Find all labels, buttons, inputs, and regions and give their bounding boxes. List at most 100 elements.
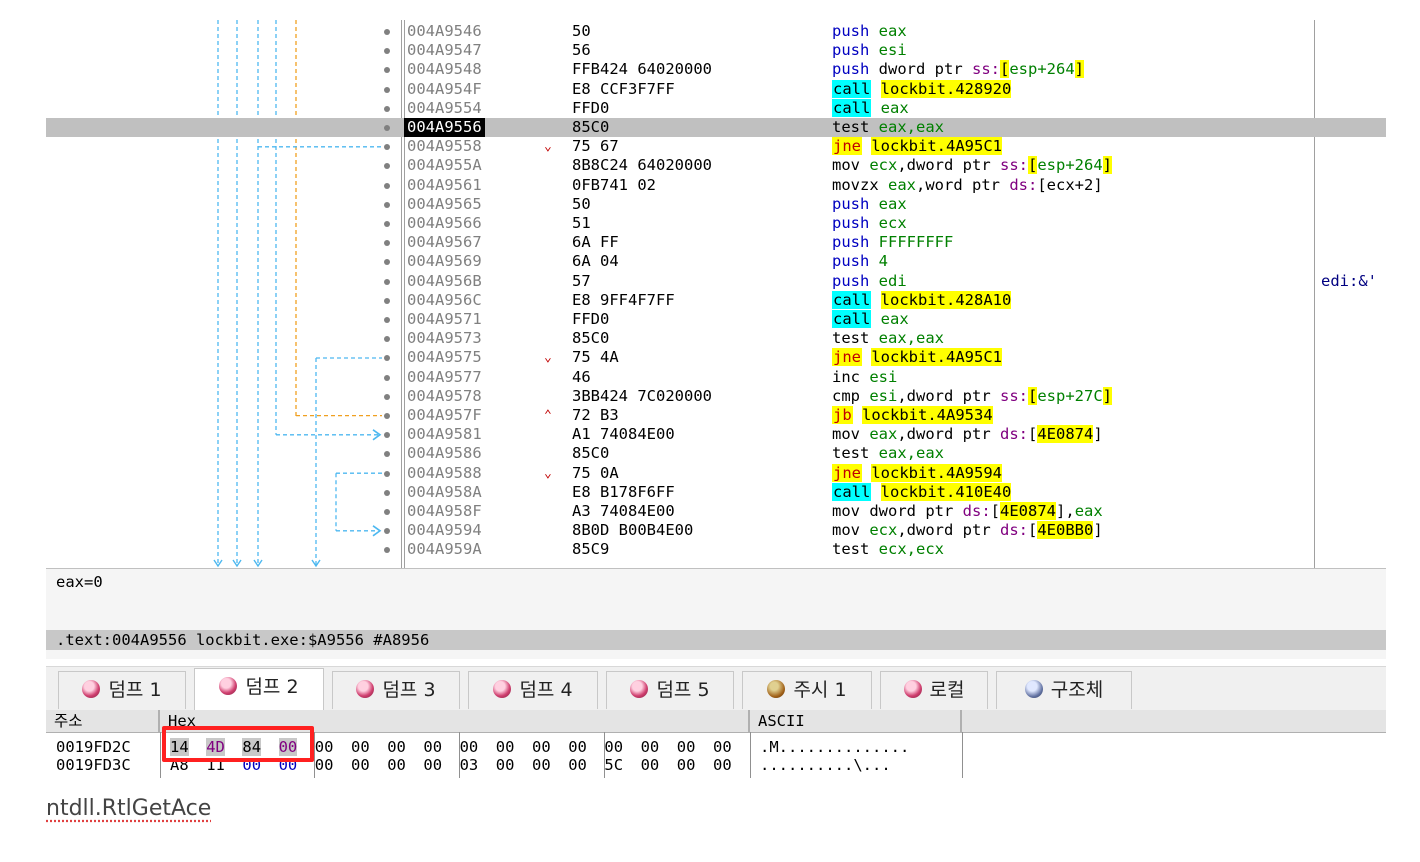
struct-icon: [1024, 680, 1043, 698]
breakpoint-dot[interactable]: [384, 317, 390, 323]
disasm-row[interactable]: 004A9581 A1 74084E00 mov eax,dword ptr ds:…: [46, 425, 1386, 444]
hex-group-divider: [160, 732, 161, 778]
breakpoint-dot[interactable]: [384, 86, 390, 93]
instruction-address: 004A957F: [407, 406, 482, 424]
disasm-row[interactable]: 004A955A 8B8C24 64020000 mov ecx,dword ptr…: [46, 156, 1386, 175]
tab-5[interactable]: 덤프 5: [606, 671, 734, 709]
breakpoint-dot[interactable]: [384, 221, 390, 227]
breakpoint-dot[interactable]: [384, 125, 390, 131]
breakpoint-dot[interactable]: [384, 489, 390, 496]
disasm-row[interactable]: 004A9578 3BB424 7C020000 cmp esi,dword ptr…: [46, 386, 1386, 406]
hex-byte[interactable]: 00: [496, 756, 515, 774]
tab-3[interactable]: 덤프 3: [332, 671, 460, 709]
disasm-row[interactable]: 004A9573 85C0 test eax,eax: [46, 329, 1386, 348]
tab-1[interactable]: 덤프 1: [58, 671, 186, 709]
instruction-address: 004A958A: [407, 482, 482, 501]
hex-byte[interactable]: 00: [460, 738, 479, 756]
breakpoint-dot[interactable]: [384, 182, 390, 189]
breakpoint-dot[interactable]: [384, 451, 390, 458]
disasm-row[interactable]: 004A956B 57 push edi edi:&': [46, 272, 1386, 291]
disasm-row[interactable]: 004A9569 6A 04 push 4: [46, 252, 1386, 271]
breakpoint-dot[interactable]: [384, 336, 390, 343]
breakpoint-dot[interactable]: [384, 374, 390, 381]
disasm-row[interactable]: 004A9567 6A FF push FFFFFFFF: [46, 233, 1386, 252]
disasm-row[interactable]: 004A957F ⌃ 72 B3 jb lockbit.4A9534: [46, 406, 1386, 425]
breakpoint-dot[interactable]: [384, 528, 390, 535]
disasm-row[interactable]: 004A9548 FFB424 64020000 push dword ptr ss…: [46, 60, 1386, 79]
hex-byte[interactable]: 00: [423, 756, 442, 774]
breakpoint-dot[interactable]: [384, 67, 390, 74]
hex-byte[interactable]: 03: [460, 756, 479, 774]
disasm-row[interactable]: 004A9561 0FB741 02 movzx eax,word ptr ds:[…: [46, 176, 1386, 195]
tab-4[interactable]: 덤프 4: [468, 671, 598, 709]
disasm-row[interactable]: 004A9566 51 push ecx: [46, 214, 1386, 233]
breakpoint-dot[interactable]: [384, 201, 390, 208]
disasm-row[interactable]: 004A9594 8B0D B00B4E00 mov ecx,dword ptr d…: [46, 521, 1386, 540]
hex-byte[interactable]: 00: [568, 756, 587, 774]
breakpoint-dot[interactable]: [384, 259, 390, 266]
breakpoint-dot[interactable]: [384, 393, 390, 400]
hex-byte[interactable]: 00: [351, 756, 370, 774]
hex-byte[interactable]: 00: [423, 738, 442, 756]
breakpoint-dot[interactable]: [384, 355, 390, 362]
disasm-row[interactable]: 004A9558 ⌄ 75 67 jne lockbit.4A95C1: [46, 137, 1386, 156]
hex-byte[interactable]: 00: [641, 756, 660, 774]
hex-byte[interactable]: 00: [604, 738, 623, 756]
hex-byte[interactable]: 00: [315, 738, 334, 756]
instruction-bytes: 51: [572, 214, 591, 232]
hex-byte[interactable]: 00: [387, 738, 406, 756]
disasm-row[interactable]: 004A958F A3 74084E00 mov dword ptr ds:[4E0…: [46, 502, 1386, 521]
hex-byte[interactable]: 00: [677, 756, 696, 774]
instruction-bytes: 75 0A: [572, 463, 619, 482]
tab-6[interactable]: 주시 1: [742, 671, 872, 709]
disasm-row[interactable]: 004A9575 ⌄ 75 4A jne lockbit.4A95C1: [46, 348, 1386, 367]
disasm-row[interactable]: 004A9565 50 push eax: [46, 195, 1386, 214]
hex-byte[interactable]: 00: [532, 756, 551, 774]
disasm-row[interactable]: 004A9571 FFD0 call eax: [46, 310, 1386, 329]
breakpoint-dot[interactable]: [384, 470, 390, 477]
breakpoint-dot[interactable]: [384, 144, 390, 151]
column-header-address[interactable]: 주소: [46, 710, 160, 732]
disasm-row[interactable]: 004A9588 ⌄ 75 0A jne lockbit.4A9594: [46, 463, 1386, 483]
breakpoint-dot[interactable]: [384, 105, 390, 112]
tab-2[interactable]: 덤프 2: [194, 668, 324, 710]
column-header-ascii[interactable]: ASCII: [750, 710, 962, 732]
disasm-row[interactable]: 004A958A E8 B178F6FF call lockbit.410E40: [46, 482, 1386, 502]
hex-byte[interactable]: 00: [387, 756, 406, 774]
breakpoint-dot[interactable]: [384, 240, 390, 247]
disasm-row[interactable]: 004A9554 FFD0 call eax: [46, 98, 1386, 118]
breakpoint-dot[interactable]: [384, 297, 390, 304]
tab-7[interactable]: 로컬: [880, 671, 988, 709]
breakpoint-dot[interactable]: [384, 547, 390, 554]
hex-byte[interactable]: 00: [496, 738, 515, 756]
breakpoint-dot[interactable]: [384, 29, 390, 35]
operand: lockbit.4A9534: [862, 406, 993, 424]
operand: esp+264: [1009, 60, 1075, 79]
breakpoint-dot[interactable]: [384, 278, 390, 285]
breakpoint-dot[interactable]: [384, 413, 390, 419]
disasm-row[interactable]: 004A9577 46 inc esi: [46, 368, 1386, 387]
disasm-row[interactable]: 004A9546 50 push eax: [46, 22, 1386, 41]
breakpoint-dot[interactable]: [384, 163, 390, 170]
tab-8[interactable]: 구조체: [996, 671, 1132, 709]
disasm-row[interactable]: 004A9547 56 push esi: [46, 41, 1386, 60]
disasm-row[interactable]: 004A956C E8 9FF4F7FF call lockbit.428A10: [46, 290, 1386, 310]
hex-byte[interactable]: 00: [713, 738, 732, 756]
hex-byte[interactable]: 00: [713, 756, 732, 774]
hex-byte[interactable]: 00: [568, 738, 587, 756]
hex-byte[interactable]: 00: [351, 738, 370, 756]
hex-byte[interactable]: 5C: [604, 756, 623, 774]
instruction-bytes: 85C9: [572, 540, 610, 559]
disasm-row[interactable]: 004A9586 85C0 test eax,eax: [46, 444, 1386, 463]
hex-byte[interactable]: 00: [677, 738, 696, 756]
disasm-row[interactable]: 004A9556 85C0 test eax,eax: [46, 118, 1386, 138]
hex-byte[interactable]: 00: [315, 756, 334, 774]
breakpoint-dot[interactable]: [384, 48, 390, 55]
hex-byte[interactable]: 00: [641, 738, 660, 756]
breakpoint-dot[interactable]: [384, 432, 390, 439]
disasm-row[interactable]: 004A959A 85C9 test ecx,ecx: [46, 540, 1386, 559]
disassembly-view[interactable]: EIP 004A954650push eax004A954756push esi…: [46, 20, 1386, 568]
breakpoint-dot[interactable]: [384, 509, 390, 515]
disasm-row[interactable]: 004A954F E8 CCF3F7FF call lockbit.428920: [46, 79, 1386, 99]
hex-byte[interactable]: 00: [532, 738, 551, 756]
